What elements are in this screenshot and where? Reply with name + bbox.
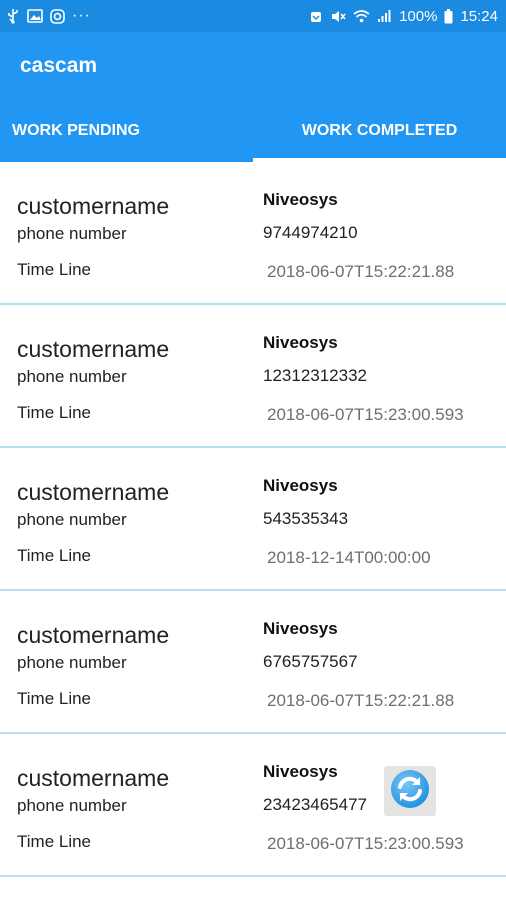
company-name: Niveosys bbox=[263, 762, 338, 781]
usb-icon bbox=[6, 8, 20, 24]
customer-name-label: customername bbox=[17, 336, 170, 362]
time-line-label: Time Line bbox=[17, 260, 92, 279]
time-line-value: 2018-12-14T00:00:00 bbox=[267, 548, 431, 567]
list-item[interactable]: customername phone number Time Line Nive… bbox=[0, 448, 506, 591]
instagram-icon bbox=[50, 8, 65, 24]
customer-name-label: customername bbox=[17, 479, 170, 505]
wifi-icon bbox=[353, 9, 370, 23]
time-line-value: 2018-06-07T15:22:21.88 bbox=[267, 691, 455, 710]
list-item[interactable]: customername phone number Time Line Nive… bbox=[0, 162, 506, 305]
customer-name-label: customername bbox=[17, 765, 170, 791]
tab-work-completed[interactable]: WORK COMPLETED bbox=[253, 100, 506, 162]
customer-name-label: customername bbox=[17, 622, 170, 648]
list-item[interactable]: customername phone number Time Line Nive… bbox=[0, 305, 506, 448]
phone-number-label: phone number bbox=[17, 796, 127, 815]
phone-number-label: phone number bbox=[17, 653, 127, 672]
time-line-label: Time Line bbox=[17, 403, 92, 422]
company-name: Niveosys bbox=[263, 333, 338, 352]
time-line-value: 2018-06-07T15:23:00.593 bbox=[267, 405, 464, 424]
time-line-label: Time Line bbox=[17, 832, 92, 851]
company-name: Niveosys bbox=[263, 476, 338, 495]
tab-label: WORK COMPLETED bbox=[301, 122, 458, 139]
time-line-value: 2018-06-07T15:23:00.593 bbox=[267, 834, 464, 853]
phone-number-value: 543535343 bbox=[263, 509, 349, 528]
refresh-icon bbox=[389, 768, 431, 815]
customer-name-label: customername bbox=[17, 193, 170, 219]
signal-icon bbox=[377, 9, 392, 23]
battery-percent: 100% bbox=[399, 7, 438, 25]
time-line-label: Time Line bbox=[17, 689, 92, 708]
mute-icon bbox=[330, 9, 346, 24]
tab-work-pending[interactable]: WORK PENDING bbox=[0, 100, 253, 162]
phone-number-value: 23423465477 bbox=[263, 795, 368, 814]
list-item[interactable]: customername phone number Time Line Nive… bbox=[0, 591, 506, 734]
phone-number-label: phone number bbox=[17, 224, 127, 243]
app-title: cascam bbox=[20, 54, 98, 77]
company-name: Niveosys bbox=[263, 190, 338, 209]
company-name: Niveosys bbox=[263, 619, 338, 638]
time-line-value: 2018-06-07T15:22:21.88 bbox=[267, 262, 455, 281]
status-time: 15:24 bbox=[460, 7, 498, 25]
refresh-button[interactable] bbox=[384, 766, 436, 816]
status-bar: ··· 100% 15:24 bbox=[0, 0, 506, 32]
app-bar: cascam bbox=[0, 32, 506, 100]
phone-number-value: 6765757567 bbox=[263, 652, 358, 671]
time-line-label: Time Line bbox=[17, 546, 92, 565]
tab-label: WORK PENDING bbox=[12, 122, 140, 139]
phone-number-value: 9744974210 bbox=[263, 223, 358, 242]
alarm-icon bbox=[309, 9, 323, 24]
more-notifications-indicator: ··· bbox=[72, 7, 91, 24]
tab-bar: WORK PENDING WORK COMPLETED bbox=[0, 100, 506, 162]
phone-number-label: phone number bbox=[17, 510, 127, 529]
image-icon bbox=[27, 9, 43, 23]
phone-number-value: 12312312332 bbox=[263, 366, 368, 385]
status-left-icons: ··· bbox=[6, 8, 91, 24]
battery-icon bbox=[444, 8, 453, 24]
phone-number-label: phone number bbox=[17, 367, 127, 386]
status-right-icons: 100% 15:24 bbox=[309, 8, 498, 25]
